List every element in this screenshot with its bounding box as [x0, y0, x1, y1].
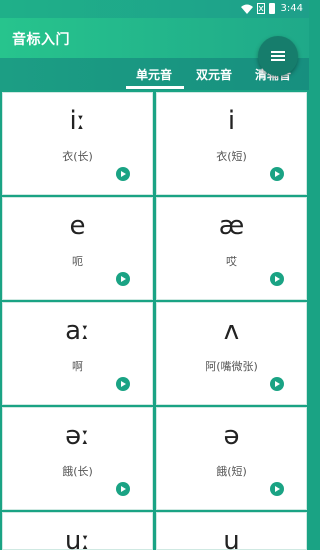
phonetic-hint: 餓(长) — [62, 465, 93, 478]
phonetic-symbol: ʌ — [223, 316, 240, 346]
phonetic-symbol: i — [227, 106, 236, 136]
phonetic-hint: 阿(嘴微张) — [205, 360, 258, 373]
phonetic-hint: 衣(长) — [62, 150, 93, 163]
play-icon[interactable] — [270, 482, 284, 496]
status-icons: 3:44 — [240, 3, 303, 14]
play-icon[interactable] — [270, 377, 284, 391]
phonetic-card[interactable]: e 呃 — [2, 197, 153, 300]
battery-icon — [268, 3, 275, 14]
phonetic-card[interactable]: uː — [2, 512, 153, 550]
no-sim-icon — [256, 3, 265, 14]
phonetic-card[interactable]: ə 餓(短) — [156, 407, 307, 510]
phonetic-symbol: u — [223, 526, 240, 550]
tab-diphthong[interactable]: 双元音 — [196, 66, 232, 83]
phonetic-symbol: əː — [65, 421, 90, 451]
phonetic-symbol: aː — [65, 316, 90, 346]
phonetic-symbol: iː — [69, 106, 86, 136]
phonetic-hint: 呃 — [72, 255, 83, 268]
phonetic-card[interactable]: iː 衣(长) — [2, 92, 153, 195]
status-bar: 3:44 — [0, 0, 309, 18]
play-icon[interactable] — [270, 167, 284, 181]
app-title: 音标入门 — [12, 32, 70, 48]
phonetic-symbol: æ — [218, 211, 245, 241]
phonetic-hint: 哎 — [226, 255, 237, 268]
play-icon[interactable] — [116, 377, 130, 391]
phonetic-symbol: ə — [223, 421, 240, 451]
menu-button[interactable] — [258, 36, 298, 76]
phonetic-card[interactable]: i 衣(短) — [156, 92, 307, 195]
phonetic-card[interactable]: ʌ 阿(嘴微张) — [156, 302, 307, 405]
phonetic-hint: 餓(短) — [216, 465, 247, 478]
status-time: 3:44 — [280, 3, 303, 14]
wifi-icon — [240, 4, 253, 14]
phonetic-card[interactable]: aː 啊 — [2, 302, 153, 405]
tab-indicator — [126, 86, 184, 89]
tab-monophthong[interactable]: 单元音 — [136, 66, 172, 83]
play-icon[interactable] — [270, 272, 284, 286]
phonetic-hint: 啊 — [72, 360, 83, 373]
phonetic-hint: 衣(短) — [216, 150, 247, 163]
phonetic-card[interactable]: u — [156, 512, 307, 550]
phonetic-symbol: e — [69, 211, 86, 241]
play-icon[interactable] — [116, 272, 130, 286]
play-icon[interactable] — [116, 482, 130, 496]
phonetic-card[interactable]: əː 餓(长) — [2, 407, 153, 510]
play-icon[interactable] — [116, 167, 130, 181]
phonetic-card[interactable]: æ 哎 — [156, 197, 307, 300]
phonetic-symbol: uː — [64, 526, 91, 550]
menu-icon — [271, 51, 285, 61]
phonetic-grid: iː 衣(长) i 衣(短) e 呃 æ 哎 aː 啊 ʌ 阿(嘴微张) əː … — [0, 90, 309, 550]
